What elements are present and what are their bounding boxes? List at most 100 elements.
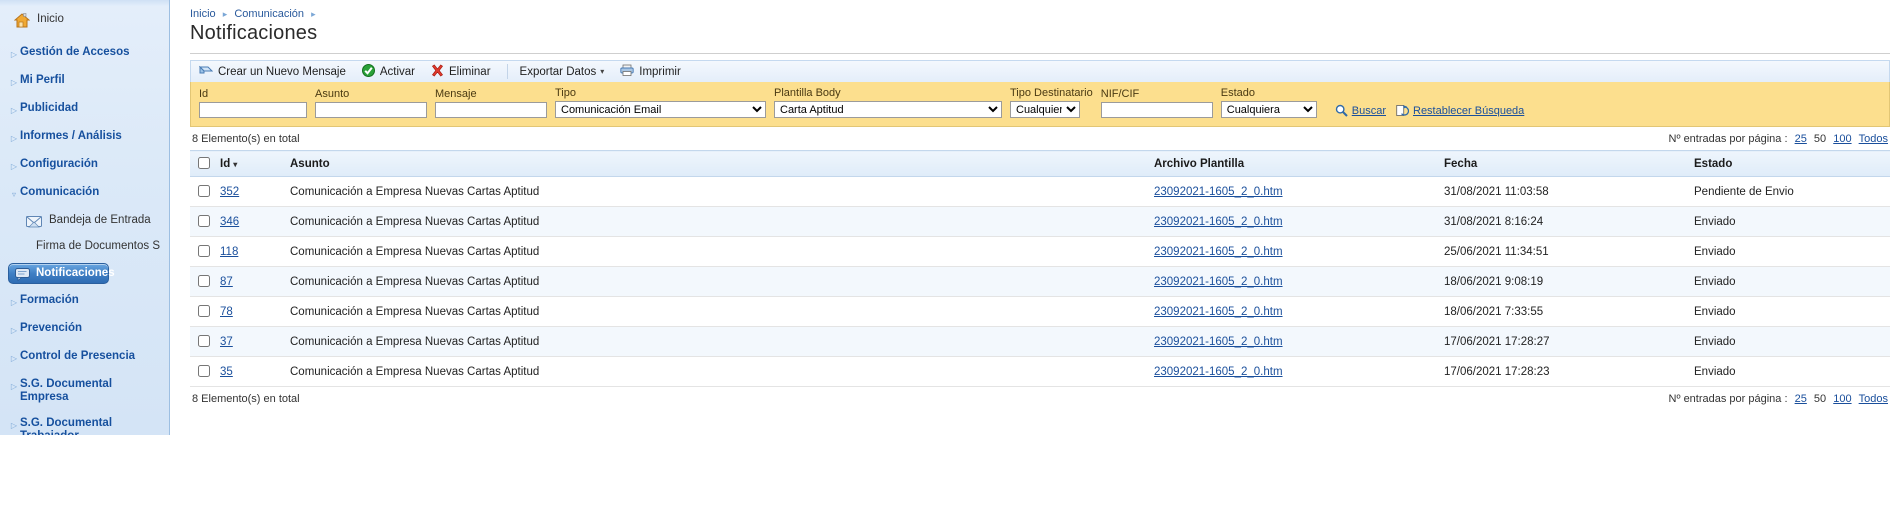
home-icon [14, 13, 30, 28]
table-row[interactable]: 346 Comunicación a Empresa Nuevas Cartas… [190, 207, 1890, 237]
sidebar-item-comunicacion[interactable]: ▿ Comunicación [0, 183, 169, 204]
chevron-down-icon: ▾ [600, 67, 604, 76]
filter-tipo-select[interactable]: Comunicación Email [555, 101, 766, 118]
breadcrumb-item-inicio[interactable]: Inicio [190, 8, 216, 20]
table-row[interactable]: 118 Comunicación a Empresa Nuevas Cartas… [190, 237, 1890, 267]
sidebar-item-bandeja-de-entrada[interactable]: Bandeja de Entrada [0, 211, 169, 230]
row-archivo-link[interactable]: 23092021-1605_2_0.htm [1154, 246, 1283, 258]
column-header-id[interactable]: Id▾ [216, 151, 286, 177]
row-id-link[interactable]: 87 [220, 276, 233, 288]
activate-label: Activar [380, 66, 415, 78]
row-id-link[interactable]: 352 [220, 186, 239, 198]
sidebar-item-formacion[interactable]: ▷ Formación [0, 291, 169, 312]
sidebar-item-sg-documental-empresa[interactable]: ▷ S.G. Documental Empresa [0, 375, 169, 407]
per-page-25[interactable]: 25 [1795, 393, 1807, 405]
create-new-message-button[interactable]: Crear un Nuevo Mensaje [199, 64, 346, 79]
per-page-label: Nº entradas por página : [1669, 393, 1788, 405]
filter-asunto-input[interactable] [315, 102, 427, 118]
select-all-header [190, 151, 216, 177]
row-archivo-cell: 23092021-1605_2_0.htm [1150, 237, 1440, 267]
per-page-100[interactable]: 100 [1833, 133, 1851, 145]
chevron-right-icon: ▷ [8, 46, 20, 61]
row-asunto-cell: Comunicación a Empresa Nuevas Cartas Apt… [286, 177, 1150, 207]
filter-tipo-destinatario-select[interactable]: Cualquiera [1010, 101, 1080, 118]
filter-id-input[interactable] [199, 102, 307, 118]
row-id-link[interactable]: 78 [220, 306, 233, 318]
row-checkbox[interactable] [198, 305, 210, 317]
per-page-100[interactable]: 100 [1833, 393, 1851, 405]
row-id-link[interactable]: 37 [220, 336, 233, 348]
table-row[interactable]: 87 Comunicación a Empresa Nuevas Cartas … [190, 267, 1890, 297]
sidebar-item-label: S.G. Documental Empresa [20, 378, 163, 404]
row-id-link[interactable]: 35 [220, 366, 233, 378]
sidebar-item-configuracion[interactable]: ▷ Configuración [0, 155, 169, 176]
sidebar-item-publicidad[interactable]: ▷ Publicidad [0, 99, 169, 120]
sort-desc-icon: ▾ [233, 160, 237, 169]
select-all-checkbox[interactable] [198, 157, 210, 169]
row-archivo-cell: 23092021-1605_2_0.htm [1150, 357, 1440, 387]
sidebar-item-prevencion[interactable]: ▷ Prevención [0, 319, 169, 340]
row-id-link[interactable]: 346 [220, 216, 239, 228]
sidebar-item-notificaciones[interactable]: Notificaciones [8, 263, 109, 284]
row-archivo-link[interactable]: 23092021-1605_2_0.htm [1154, 216, 1283, 228]
column-header-fecha[interactable]: Fecha [1440, 151, 1690, 177]
filter-nif-cif-input[interactable] [1101, 102, 1213, 118]
table-row[interactable]: 37 Comunicación a Empresa Nuevas Cartas … [190, 327, 1890, 357]
column-header-asunto[interactable]: Asunto [286, 151, 1150, 177]
row-checkbox[interactable] [198, 245, 210, 257]
row-select-cell [190, 237, 216, 267]
table-row[interactable]: 35 Comunicación a Empresa Nuevas Cartas … [190, 357, 1890, 387]
sidebar-item-gestion-de-accesos[interactable]: ▷ Gestión de Accesos [0, 43, 169, 64]
row-archivo-link[interactable]: 23092021-1605_2_0.htm [1154, 186, 1283, 198]
speech-bubble-icon [15, 268, 31, 281]
sidebar-item-mi-perfil[interactable]: ▷ Mi Perfil [0, 71, 169, 92]
per-page-25[interactable]: 25 [1795, 133, 1807, 145]
filter-mensaje-input[interactable] [435, 102, 547, 118]
per-page-50[interactable]: 50 [1814, 133, 1826, 145]
column-header-archivo-plantilla[interactable]: Archivo Plantilla [1150, 151, 1440, 177]
per-page-50[interactable]: 50 [1814, 393, 1826, 405]
row-checkbox[interactable] [198, 215, 210, 227]
sidebar-item-control-de-presencia[interactable]: ▷ Control de Presencia [0, 347, 169, 368]
row-asunto-cell: Comunicación a Empresa Nuevas Cartas Apt… [286, 327, 1150, 357]
toolbar-divider [507, 64, 508, 79]
row-id-link[interactable]: 118 [220, 246, 238, 258]
sidebar-item-informes-analisis[interactable]: ▷ Informes / Análisis [0, 127, 169, 148]
row-checkbox[interactable] [198, 275, 210, 287]
table-row[interactable]: 352 Comunicación a Empresa Nuevas Cartas… [190, 177, 1890, 207]
per-page-todos[interactable]: Todos [1859, 133, 1888, 145]
row-estado-cell: Enviado [1690, 357, 1890, 387]
row-checkbox[interactable] [198, 365, 210, 377]
chevron-right-icon: ▷ [8, 417, 20, 432]
export-data-button[interactable]: Exportar Datos ▾ [520, 66, 605, 78]
reset-search-button[interactable]: Restablecer Búsqueda [1396, 104, 1524, 117]
row-archivo-link[interactable]: 23092021-1605_2_0.htm [1154, 366, 1283, 378]
breadcrumb-item-comunicacion[interactable]: Comunicación [234, 8, 304, 20]
column-header-estado[interactable]: Estado [1690, 151, 1890, 177]
title-divider [190, 53, 1890, 54]
sidebar-item-label: Publicidad [20, 102, 78, 115]
row-archivo-link[interactable]: 23092021-1605_2_0.htm [1154, 276, 1283, 288]
sidebar-item-inicio[interactable]: Inicio [0, 10, 169, 31]
table-header-row: Id▾ Asunto Archivo Plantilla Fecha Estad… [190, 151, 1890, 177]
per-page-todos[interactable]: Todos [1859, 393, 1888, 405]
row-archivo-link[interactable]: 23092021-1605_2_0.htm [1154, 306, 1283, 318]
row-archivo-link[interactable]: 23092021-1605_2_0.htm [1154, 336, 1283, 348]
row-estado-cell: Enviado [1690, 237, 1890, 267]
row-id-cell: 87 [216, 267, 286, 297]
row-select-cell [190, 297, 216, 327]
table-row[interactable]: 78 Comunicación a Empresa Nuevas Cartas … [190, 297, 1890, 327]
filter-estado-select[interactable]: Cualquiera [1221, 101, 1317, 118]
row-checkbox[interactable] [198, 335, 210, 347]
filter-plantilla-body-select[interactable]: Carta Aptitud [774, 101, 1002, 118]
activate-button[interactable]: Activar [362, 64, 415, 80]
row-estado-cell: Enviado [1690, 297, 1890, 327]
delete-button[interactable]: Eliminar [431, 64, 491, 80]
row-checkbox[interactable] [198, 185, 210, 197]
row-fecha-cell: 31/08/2021 8:16:24 [1440, 207, 1690, 237]
search-button[interactable]: Buscar [1335, 104, 1386, 117]
sidebar-item-firma-de-documentos[interactable]: Firma de Documentos S [0, 237, 169, 256]
list-meta-top: 8 Elemento(s) en total Nº entradas por p… [190, 127, 1890, 150]
filter-id-label: Id [199, 88, 307, 100]
print-button[interactable]: Imprimir [620, 64, 681, 79]
